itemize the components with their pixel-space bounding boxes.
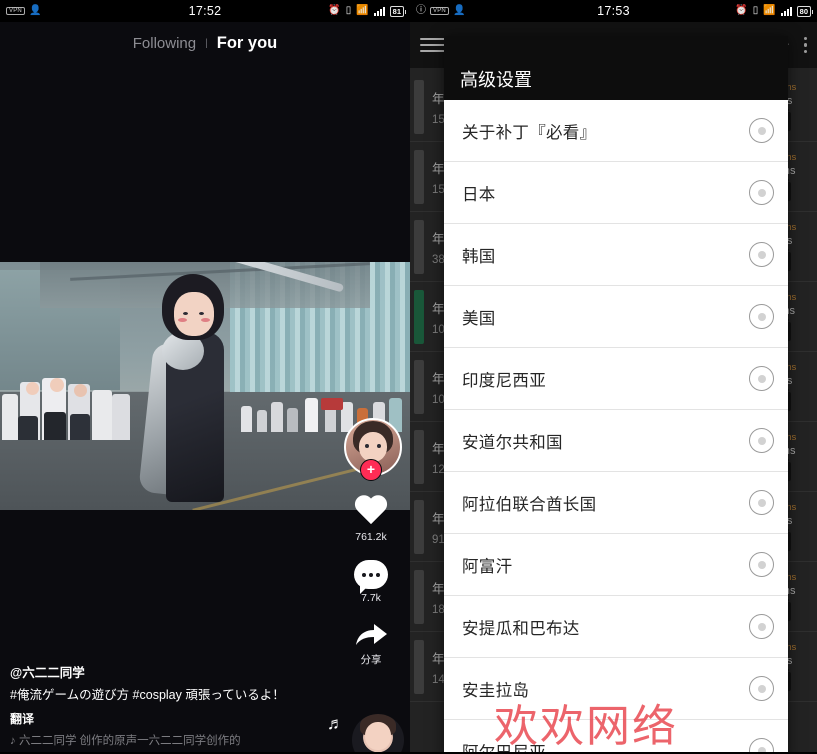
dialog-option-label: 阿拉伯联合酋长国 bbox=[462, 495, 597, 514]
dialog-option[interactable]: 安道尔共和国 bbox=[444, 410, 788, 472]
vibrate-icon: ▯ bbox=[345, 5, 352, 16]
radio-icon[interactable] bbox=[749, 180, 774, 205]
dialog-option-label: 印度尼西亚 bbox=[462, 371, 546, 390]
battery-icon: 80 bbox=[796, 5, 814, 17]
radio-icon[interactable] bbox=[749, 118, 774, 143]
like-count: 761.2k bbox=[355, 531, 387, 543]
dialog-option-label: 韩国 bbox=[462, 247, 496, 266]
dialog-header: 高级设置 bbox=[444, 36, 788, 100]
tab-separator: | bbox=[205, 38, 208, 49]
caption-music: ♪ 六二二同学 创作的原声一六二二同学创作的 bbox=[10, 735, 241, 747]
dialog-option[interactable]: 阿拉伯联合酋长国 bbox=[444, 472, 788, 534]
like-action[interactable]: 761.2k bbox=[342, 496, 400, 543]
follow-button[interactable]: + bbox=[360, 459, 382, 481]
tab-for-you[interactable]: For you bbox=[217, 34, 278, 53]
alarm-icon: ⏰ bbox=[735, 5, 748, 16]
video-subject-face bbox=[174, 292, 214, 336]
share-icon[interactable] bbox=[353, 621, 389, 649]
caption-text: #俺流ゲームの遊び方 #cosplay 頑張っているよ！ bbox=[10, 688, 285, 703]
avatar-face bbox=[359, 432, 387, 462]
share-label: 分享 bbox=[360, 654, 382, 666]
radio-icon[interactable] bbox=[749, 242, 774, 267]
comment-action[interactable]: 7.7k bbox=[342, 560, 400, 604]
left-phone-pane: VPN 👤 17:52 ⏰ ▯ 📶 81 Following | For you bbox=[0, 0, 410, 752]
caption-username[interactable]: @六二二同学 bbox=[10, 662, 310, 681]
tab-following[interactable]: Following bbox=[133, 35, 196, 52]
radio-icon[interactable] bbox=[749, 676, 774, 701]
battery-icon: 81 bbox=[389, 5, 407, 17]
heart-icon[interactable] bbox=[353, 496, 389, 528]
wifi-icon: 📶 bbox=[356, 5, 369, 16]
alarm-icon: ⏰ bbox=[328, 5, 341, 16]
dialog-option[interactable]: 安提瓜和巴布达 bbox=[444, 596, 788, 658]
dialog-option-label: 阿富汗 bbox=[462, 557, 513, 576]
dialog-option[interactable]: 关于补丁『必看』 bbox=[444, 100, 788, 162]
radio-icon[interactable] bbox=[749, 490, 774, 515]
radio-icon[interactable] bbox=[749, 614, 774, 639]
dialog-option-label: 安道尔共和国 bbox=[462, 433, 563, 452]
author-avatar-wrap[interactable]: + bbox=[344, 418, 402, 481]
video-crowd-left bbox=[0, 366, 140, 440]
vibrate-icon: ▯ bbox=[752, 5, 759, 16]
dialog-option-label: 日本 bbox=[462, 185, 496, 204]
feed-tab-bar: Following | For you bbox=[0, 34, 410, 53]
video-action-rail: 761.2k 7.7k 分享 bbox=[342, 496, 400, 684]
wifi-icon: 📶 bbox=[763, 5, 776, 16]
watermark: 欢欢网络 bbox=[494, 701, 678, 752]
radio-icon[interactable] bbox=[749, 738, 774, 752]
dialog-option[interactable]: 韩国 bbox=[444, 224, 788, 286]
dialog-option[interactable]: 阿富汗 bbox=[444, 534, 788, 596]
video-subject bbox=[138, 262, 345, 510]
dual-phone-screenshot: VPN 👤 17:52 ⏰ ▯ 📶 81 Following | For you bbox=[0, 0, 817, 752]
music-disc[interactable] bbox=[352, 714, 404, 752]
dialog-option[interactable]: 印度尼西亚 bbox=[444, 348, 788, 410]
advanced-settings-dialog: 高级设置 关于补丁『必看』 日本韩国美国印度尼西亚安道尔共和国阿拉伯联合酋长国 阿富… bbox=[444, 36, 788, 752]
right-status-bar: ⓘ VPN 👤 17:53 ⏰ ▯ 📶 80 bbox=[410, 0, 817, 22]
translate-button[interactable]: 翻译 bbox=[10, 710, 310, 727]
dialog-option-label: 安提瓜和巴布达 bbox=[462, 619, 580, 638]
right-phone-pane: ⓘ VPN 👤 17:53 ⏰ ▯ 📶 80 配置文件 + 年154mmms7m… bbox=[410, 0, 817, 752]
radio-icon[interactable] bbox=[749, 304, 774, 329]
dialog-option-label: 美国 bbox=[462, 309, 496, 328]
dialog-option[interactable]: 日本 bbox=[444, 162, 788, 224]
video-player[interactable] bbox=[0, 262, 410, 510]
left-status-bar: VPN 👤 17:52 ⏰ ▯ 📶 81 bbox=[0, 0, 410, 22]
share-action[interactable]: 分享 bbox=[342, 621, 400, 667]
dialog-option[interactable]: 美国 bbox=[444, 286, 788, 348]
music-note-icon[interactable]: ♬ bbox=[327, 714, 344, 734]
dialog-option-list[interactable]: 关于补丁『必看』 日本韩国美国印度尼西亚安道尔共和国阿拉伯联合酋长国 阿富汗安提瓜和… bbox=[444, 100, 788, 752]
comment-count: 7.7k bbox=[361, 592, 381, 604]
radio-icon[interactable] bbox=[749, 552, 774, 577]
radio-icon[interactable] bbox=[749, 366, 774, 391]
dialog-title: 高级设置 bbox=[460, 70, 532, 90]
radio-icon[interactable] bbox=[749, 428, 774, 453]
dialog-option-label: 关于补丁『必看』 bbox=[462, 123, 597, 142]
comment-icon[interactable] bbox=[354, 560, 388, 594]
video-caption: @六二二同学 #俺流ゲームの遊び方 #cosplay 頑張っているよ！ 翻译 ♪… bbox=[10, 662, 310, 748]
disc-face bbox=[365, 722, 391, 750]
